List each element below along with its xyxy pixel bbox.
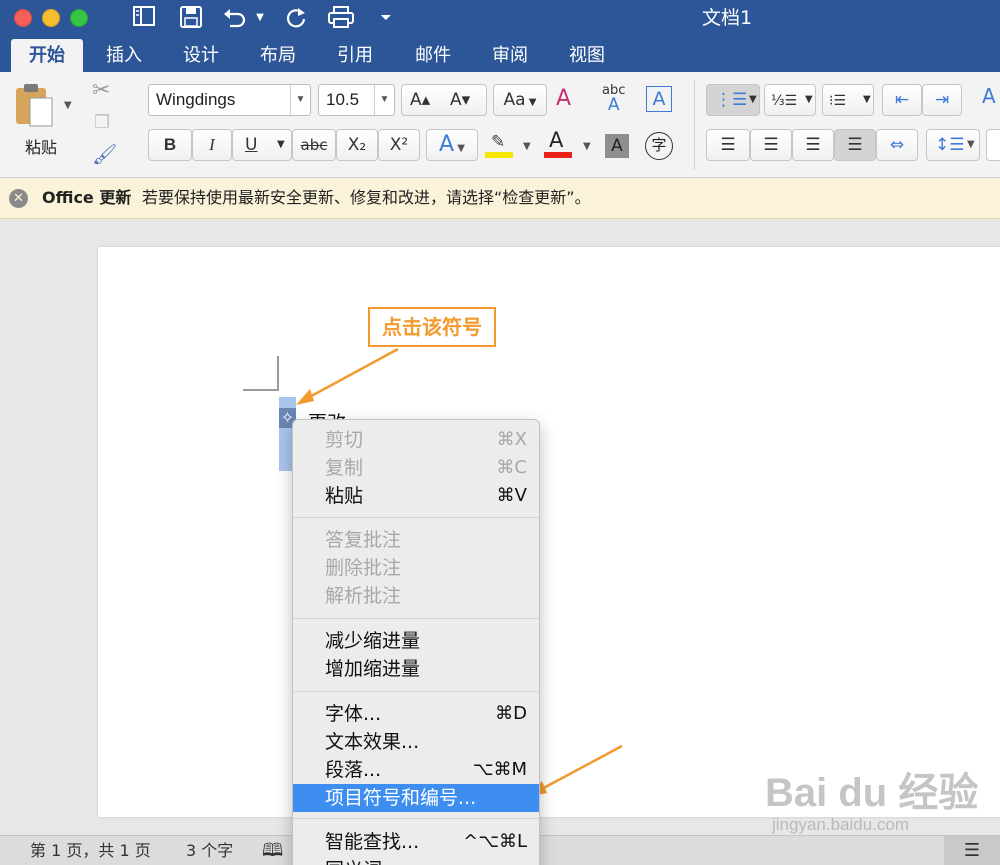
menu-item-cut[interactable]: 剪切 ⌘X	[293, 426, 539, 454]
proofing-book-icon[interactable]: 🕮	[262, 836, 283, 865]
menu-item-decrease-indent[interactable]: 减少缩进量	[293, 627, 539, 655]
menu-item-copy[interactable]: 复制 ⌘C	[293, 454, 539, 482]
page-count[interactable]: 第 1 页，共 1 页	[30, 836, 151, 865]
watermark-logo: Bai du 经验	[765, 771, 979, 815]
submenu-chevron-right-icon: ▸	[518, 856, 527, 865]
menu-item-synonyms[interactable]: 同义词▸	[293, 856, 539, 865]
menu-separator	[293, 691, 539, 692]
menu-item-smart-lookup[interactable]: 智能查找... ^⌥⌘L	[293, 828, 539, 856]
menu-item-increase-indent[interactable]: 增加缩进量	[293, 655, 539, 683]
menu-separator	[293, 517, 539, 518]
word-count[interactable]: 3 个字	[186, 836, 233, 865]
menu-item-bullets-and-numbering[interactable]: 项目符号和编号...	[293, 784, 539, 812]
menu-item-paste[interactable]: 粘贴 ⌘V	[293, 482, 539, 510]
menu-item-delete-comment[interactable]: 删除批注	[293, 554, 539, 582]
print-layout-view-icon[interactable]: ☰	[944, 836, 1000, 865]
watermark-url: jingyan.baidu.com	[772, 815, 910, 834]
menu-item-resolve-comment[interactable]: 解析批注	[293, 582, 539, 610]
menu-item-text-effects[interactable]: 文本效果...	[293, 728, 539, 756]
menu-item-reply-comment[interactable]: 答复批注	[293, 526, 539, 554]
menu-separator	[293, 618, 539, 619]
menu-item-paragraph[interactable]: 段落... ⌥⌘M	[293, 756, 539, 784]
menu-separator	[293, 818, 539, 819]
context-menu: 剪切 ⌘X 复制 ⌘C 粘贴 ⌘V 答复批注 删除批注 解析批注 减少缩进量 增加缩进…	[292, 419, 540, 865]
menu-item-font[interactable]: 字体... ⌘D	[293, 700, 539, 728]
